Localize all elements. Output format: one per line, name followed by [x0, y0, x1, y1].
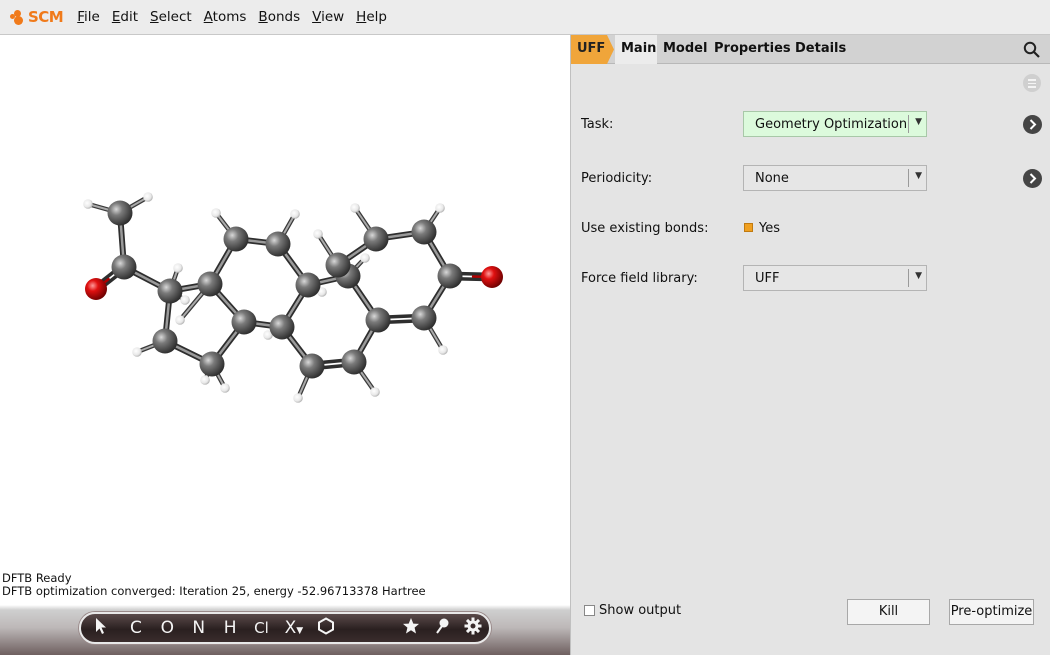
carbon-atom[interactable]	[265, 231, 291, 257]
menu-bonds[interactable]: Bonds	[252, 9, 306, 25]
carbon-atom[interactable]	[152, 328, 178, 354]
oxygen-atom[interactable]	[481, 266, 503, 288]
hydrogen-atom[interactable]	[290, 209, 300, 219]
select-cursor-icon[interactable]	[81, 617, 120, 640]
use-existing-bonds-label: Use existing bonds:	[581, 221, 709, 236]
scm-logo-icon	[10, 10, 28, 25]
hydrogen-atom[interactable]	[435, 203, 445, 213]
hydrogen-atom[interactable]	[175, 315, 185, 325]
tab-properties[interactable]: Properties	[714, 41, 791, 56]
carbon-atom[interactable]	[363, 226, 389, 252]
menu-help[interactable]: Help	[350, 9, 393, 25]
tool-chlorine[interactable]: Cl	[246, 619, 277, 637]
chevron-down-icon: ▼	[915, 171, 922, 181]
chevron-down-icon: ▼	[915, 117, 922, 127]
kill-button[interactable]: Kill	[847, 599, 930, 625]
hydrogen-atom[interactable]	[350, 203, 360, 213]
carbon-atom[interactable]	[411, 219, 437, 245]
task-label: Task:	[581, 117, 614, 132]
carbon-atom[interactable]	[223, 226, 249, 252]
pin-icon[interactable]	[426, 617, 457, 640]
hydrogen-atom[interactable]	[83, 199, 93, 209]
gear-icon[interactable]	[458, 617, 489, 640]
carbon-atom[interactable]	[411, 305, 437, 331]
tool-other-element[interactable]: X▼	[277, 618, 310, 638]
editor-toolbar: C O N H Cl X▼	[0, 605, 570, 655]
task-dropdown[interactable]: Geometry Optimization ▼	[743, 111, 927, 137]
menu-file[interactable]: File	[71, 9, 106, 25]
star-icon[interactable]	[395, 617, 426, 640]
carbon-atom[interactable]	[437, 263, 463, 289]
oxygen-atom[interactable]	[85, 278, 107, 300]
carbon-atom[interactable]	[199, 351, 225, 377]
show-output-checkbox[interactable]	[584, 605, 595, 616]
hydrogen-atom[interactable]	[220, 383, 230, 393]
task-details-arrow-icon[interactable]	[1023, 115, 1042, 134]
tab-model[interactable]: Model	[663, 41, 707, 56]
chevron-down-icon: ▼	[915, 271, 922, 281]
periodicity-dropdown[interactable]: None ▼	[743, 165, 927, 191]
brand-name: SCM	[28, 8, 64, 26]
carbon-atom[interactable]	[157, 278, 183, 304]
carbon-atom[interactable]	[197, 271, 223, 297]
carbon-atom[interactable]	[295, 272, 321, 298]
force-field-dropdown[interactable]: UFF ▼	[743, 265, 927, 291]
panel-menu-icon[interactable]	[1023, 74, 1041, 92]
hydrogen-atom[interactable]	[173, 263, 183, 273]
hydrogen-atom[interactable]	[313, 229, 323, 239]
pre-optimize-button[interactable]: Pre-optimize	[949, 599, 1034, 625]
periodicity-label: Periodicity:	[581, 171, 653, 186]
carbon-atom[interactable]	[269, 314, 295, 340]
tool-hydrogen[interactable]: H	[214, 618, 245, 638]
menu-edit[interactable]: Edit	[106, 9, 144, 25]
tool-oxygen[interactable]: O	[152, 618, 183, 638]
hydrogen-atom[interactable]	[132, 347, 142, 357]
tool-pill: C O N H Cl X▼	[79, 612, 491, 644]
hydrogen-atom[interactable]	[370, 387, 380, 397]
force-field-label: Force field library:	[581, 271, 698, 286]
search-icon[interactable]	[1023, 41, 1041, 59]
panel-tab-bar: UFF Main Model Properties Details	[571, 35, 1050, 64]
use-existing-bonds-checkbox[interactable]	[744, 223, 753, 232]
hydrogen-atom[interactable]	[438, 345, 448, 355]
hydrogen-atom[interactable]	[180, 295, 190, 305]
status-area: DFTB Ready DFTB optimization converged: …	[2, 572, 426, 598]
carbon-atom[interactable]	[107, 200, 133, 226]
tool-carbon[interactable]: C	[120, 618, 151, 638]
scm-logo: SCM	[10, 8, 64, 26]
ring-structure-icon[interactable]	[311, 616, 342, 640]
hydrogen-atom[interactable]	[200, 375, 210, 385]
molecule-3d-view[interactable]	[0, 35, 570, 605]
hydrogen-atom[interactable]	[360, 253, 370, 263]
menu-atoms[interactable]: Atoms	[198, 9, 253, 25]
tab-details[interactable]: Details	[795, 41, 846, 56]
carbon-atom[interactable]	[365, 307, 391, 333]
menu-select[interactable]: Select	[144, 9, 198, 25]
tool-nitrogen[interactable]: N	[183, 618, 214, 638]
carbon-atom[interactable]	[111, 254, 137, 280]
periodicity-details-arrow-icon[interactable]	[1023, 169, 1042, 188]
status-line-convergence: DFTB optimization converged: Iteration 2…	[2, 584, 426, 598]
carbon-atom[interactable]	[299, 353, 325, 379]
carbon-atom[interactable]	[231, 309, 257, 335]
hydrogen-atom[interactable]	[293, 393, 303, 403]
carbon-atom[interactable]	[325, 252, 351, 278]
hydrogen-atom[interactable]	[143, 192, 153, 202]
dropdown-triangle-icon: ▼	[296, 626, 304, 636]
menu-view[interactable]: View	[306, 9, 350, 25]
use-existing-bonds-value: Yes	[759, 221, 780, 236]
carbon-atom[interactable]	[341, 349, 367, 375]
menu-bar: SCM File Edit Select Atoms Bonds View He…	[0, 0, 1050, 35]
hydrogen-atom[interactable]	[211, 208, 221, 218]
settings-panel: UFF Main Model Properties Details Task: …	[570, 35, 1050, 655]
show-output-label: Show output	[599, 603, 682, 618]
molecule-viewport[interactable]	[0, 35, 570, 605]
tab-main[interactable]: Main	[621, 41, 656, 56]
